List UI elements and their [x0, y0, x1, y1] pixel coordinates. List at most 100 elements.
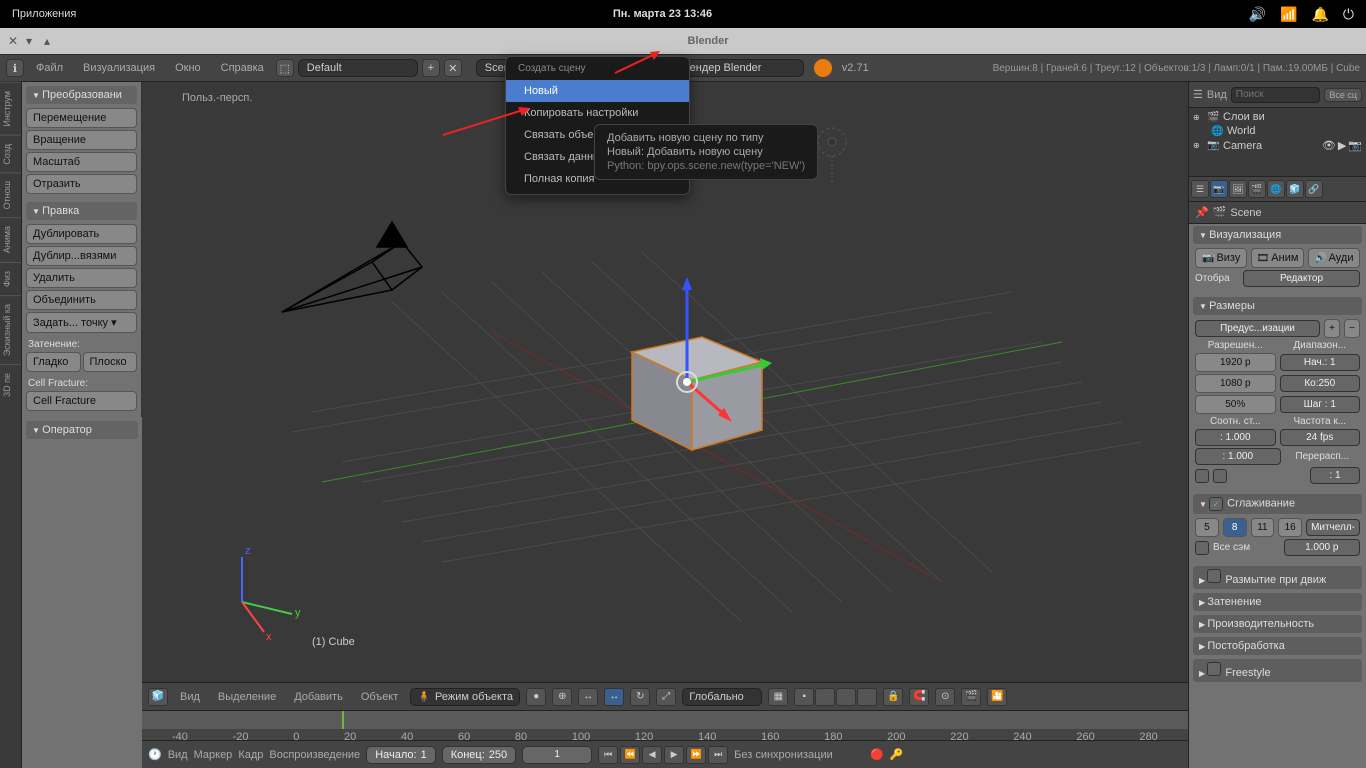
sync-dropdown[interactable]: Без синхронизации [734, 749, 864, 761]
aa-panel-header[interactable]: ✓Сглаживание [1193, 494, 1362, 514]
outliner-view-menu[interactable]: Вид [1207, 89, 1227, 101]
dimensions-panel-header[interactable]: Размеры [1193, 297, 1362, 315]
pin-icon[interactable]: 📌 [1195, 206, 1209, 219]
aa-enable-checkbox[interactable]: ✓ [1209, 497, 1223, 511]
flat-button[interactable]: Плоско [83, 352, 138, 372]
timeline-editor-icon[interactable]: 🕐 [148, 748, 162, 761]
timeline-track[interactable] [142, 711, 1188, 729]
aa-8[interactable]: 8 [1223, 518, 1247, 537]
mblur-checkbox[interactable] [1207, 569, 1221, 583]
maximize-icon[interactable]: ▴ [44, 34, 58, 48]
manip-scale-icon[interactable]: ⤢ [656, 688, 676, 706]
manip-toggle-icon[interactable]: ↔ [578, 688, 598, 706]
orientation-dropdown[interactable]: Глобально [682, 688, 762, 706]
render-panel-header[interactable]: Визуализация [1193, 226, 1362, 244]
end-frame-prop[interactable]: Ко:250 [1280, 375, 1361, 392]
remap-field[interactable]: : 1 [1310, 467, 1360, 484]
delete-button[interactable]: Удалить [26, 268, 137, 288]
start-frame-field[interactable]: Начало:1 [366, 746, 436, 764]
full-sample-checkbox[interactable] [1195, 541, 1209, 555]
res-pct-field[interactable]: 50% [1195, 395, 1276, 414]
render-button[interactable]: 📷Визу [1195, 248, 1247, 268]
scene-tab-icon[interactable]: 🎬 [1248, 180, 1266, 198]
aa-filter-dropdown[interactable]: Митчелл- [1306, 519, 1360, 536]
set-origin-button[interactable]: Задать... точку ▾ [26, 312, 137, 333]
shading-solid-icon[interactable]: ● [526, 688, 546, 706]
outliner-tree[interactable]: ⊕🎬 Слои ви 🌐 World ⊕📷 Camera 👁▶📷 [1189, 108, 1366, 176]
render-layers-tab-icon[interactable]: 🖼 [1229, 180, 1247, 198]
ctx-copy-settings[interactable]: Копировать настройки [506, 102, 689, 124]
keyframe-next-icon[interactable]: ⏩ [686, 746, 706, 764]
menu-window[interactable]: Окно [167, 58, 209, 78]
manip-translate-icon[interactable]: ↔ [604, 688, 624, 706]
keying-set-icon[interactable]: 🔑 [890, 748, 904, 761]
tl-menu-frame[interactable]: Кадр [238, 749, 263, 761]
outliner-item-renderlayers[interactable]: ⊕🎬 Слои ви [1193, 110, 1362, 124]
start-frame-prop[interactable]: Нач.: 1 [1280, 354, 1361, 371]
minimize-icon[interactable]: ▾ [26, 34, 40, 48]
object-tab-icon[interactable]: 🧊 [1286, 180, 1304, 198]
menu-help[interactable]: Справка [213, 58, 272, 78]
tl-menu-view[interactable]: Вид [168, 749, 188, 761]
performance-panel-header[interactable]: Производительность [1193, 615, 1362, 633]
tab-3dprint[interactable]: 3D пе [0, 364, 21, 405]
jump-start-icon[interactable]: ⏮ [598, 746, 618, 764]
notifications-icon[interactable]: 🔔 [1311, 6, 1328, 23]
ctx-new[interactable]: Новый [506, 80, 689, 102]
layout-remove-icon[interactable]: ✕ [444, 59, 462, 77]
volume-icon[interactable]: 🔊 [1249, 6, 1266, 23]
render-vis-icon[interactable]: 📷 [1348, 139, 1362, 152]
editor-3dview-icon[interactable]: 🧊 [148, 688, 168, 706]
preset-dropdown[interactable]: Предус...изации [1195, 320, 1320, 337]
aspect-field[interactable]: : 1.000 [1195, 429, 1276, 446]
clapper-icon[interactable]: 🎦 [987, 688, 1007, 706]
pivot-icon[interactable]: ⊕ [552, 688, 572, 706]
duplicate-linked-button[interactable]: Дублир...вязями [26, 246, 137, 266]
outliner-item-camera[interactable]: ⊕📷 Camera 👁▶📷 [1193, 138, 1362, 153]
join-button[interactable]: Объединить [26, 290, 137, 310]
tl-menu-marker[interactable]: Маркер [194, 749, 233, 761]
layer-4[interactable] [857, 688, 877, 706]
screen-layout-dropdown[interactable]: Default [298, 59, 418, 77]
audio-button[interactable]: 🔊Ауди [1308, 248, 1360, 268]
tab-grease[interactable]: Эскизный ка [0, 295, 21, 364]
render-engine-dropdown[interactable]: Рендер Blender [674, 59, 804, 77]
snap-type-icon[interactable]: ⊙ [935, 688, 955, 706]
manip-rotate-icon[interactable]: ↻ [630, 688, 650, 706]
display-dropdown[interactable]: Редактор [1243, 270, 1360, 287]
layer-3[interactable] [836, 688, 856, 706]
border-checkbox[interactable] [1195, 469, 1209, 483]
layer-2[interactable] [815, 688, 835, 706]
keyframe-prev-icon[interactable]: ⏪ [620, 746, 640, 764]
vp-menu-view[interactable]: Вид [174, 688, 206, 706]
vp-menu-select[interactable]: Выделение [212, 688, 282, 706]
aa-16[interactable]: 16 [1278, 518, 1302, 537]
visibility-icon[interactable]: 👁 [1322, 139, 1336, 152]
freestyle-panel-header[interactable]: Freestyle [1193, 659, 1362, 682]
translate-button[interactable]: Перемещение [26, 108, 137, 128]
render-border-icon[interactable]: 🎬 [961, 688, 981, 706]
scale-button[interactable]: Масштаб [26, 152, 137, 172]
select-icon[interactable]: ▶ [1338, 139, 1346, 152]
rotate-button[interactable]: Вращение [26, 130, 137, 150]
mirror-button[interactable]: Отразить [26, 174, 137, 194]
res-x-field[interactable]: 1920 р [1195, 353, 1276, 372]
shading-panel-header[interactable]: Затенение [1193, 593, 1362, 611]
edit-header[interactable]: Правка [26, 202, 137, 220]
post-panel-header[interactable]: Постобработка [1193, 637, 1362, 655]
network-icon[interactable]: 📶 [1280, 6, 1297, 23]
filter-size-field[interactable]: 1.000 р [1284, 539, 1361, 556]
tab-tools[interactable]: Инструм [0, 82, 21, 135]
props-editor-icon[interactable]: ☰ [1191, 180, 1209, 198]
os-apps-menu[interactable]: Приложения [12, 8, 76, 20]
duplicate-button[interactable]: Дублировать [26, 224, 137, 244]
aa-5[interactable]: 5 [1195, 518, 1219, 537]
vp-menu-object[interactable]: Объект [355, 688, 404, 706]
preset-add-icon[interactable]: + [1324, 319, 1340, 338]
close-icon[interactable]: ✕ [8, 34, 22, 48]
operator-header[interactable]: Оператор [26, 421, 138, 439]
transform-header[interactable]: Преобразовани [26, 86, 137, 104]
editor-type-icon[interactable]: ℹ [6, 59, 24, 77]
lock-camera-icon[interactable]: 🔒 [883, 688, 903, 706]
smooth-button[interactable]: Гладко [26, 352, 81, 372]
